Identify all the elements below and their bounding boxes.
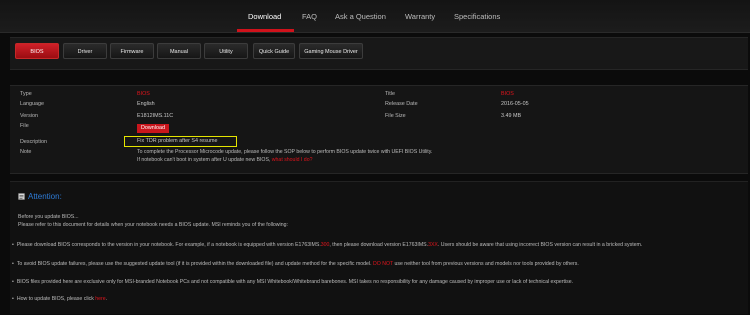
tab-quick-guide[interactable]: Quick Guide [253, 43, 295, 59]
nav-faq[interactable]: FAQ [302, 0, 317, 32]
version-value: E1812IMS.11C [137, 113, 174, 119]
file-label: File [20, 123, 29, 129]
tab-firmware[interactable]: Firmware [110, 43, 154, 59]
nav-ask-a-question[interactable]: Ask a Question [335, 0, 386, 32]
tab-utility[interactable]: Utility [204, 43, 248, 59]
language-label: Language [20, 101, 44, 107]
download-button[interactable]: Download [137, 124, 169, 133]
tab-manual[interactable]: Manual [157, 43, 201, 59]
tab-driver[interactable]: Driver [63, 43, 107, 59]
tab-bios[interactable]: BIOS [15, 43, 59, 59]
attention-intro-2: Please refer to this document for detail… [18, 222, 288, 228]
note-line-2: If notebook can't boot in system after U… [137, 157, 313, 163]
type-label: Type [20, 91, 32, 97]
attention-bullet-1: • Please download BIOS corresponds to the… [12, 242, 643, 248]
title-value: BIOS [501, 91, 514, 97]
top-bar: Download FAQ Ask a Question Warranty Spe… [0, 0, 750, 33]
language-value: English [137, 101, 155, 107]
highlight-box [124, 136, 237, 147]
top-navigation: Download FAQ Ask a Question Warranty Spe… [0, 0, 750, 32]
nav-download[interactable]: Download [248, 0, 281, 32]
note-line-1: To complete the Processor Microcode upda… [137, 149, 433, 155]
here-link[interactable]: here [95, 296, 105, 302]
bios-details-panel [10, 85, 748, 174]
file-size-label: File Size [385, 113, 406, 119]
nav-specifications[interactable]: Specifications [454, 0, 500, 32]
document-icon [18, 193, 25, 200]
nav-warranty[interactable]: Warranty [405, 0, 435, 32]
attention-title: Attention: [28, 192, 62, 201]
attention-intro-1: Before you update BIOS... [18, 214, 79, 220]
title-label: Title [385, 91, 395, 97]
active-nav-indicator [237, 29, 294, 32]
what-should-i-do-link[interactable]: what should I do? [272, 157, 313, 163]
attention-bullet-2: • To avoid BIOS update failures, please u… [12, 261, 579, 267]
attention-bullet-4: • How to update BIOS, please click here. [12, 296, 108, 302]
release-date-value: 2016-05-05 [501, 101, 529, 107]
note-label: Note [20, 149, 32, 155]
file-size-value: 3.49 MB [501, 113, 522, 119]
description-label: Description [20, 139, 47, 145]
version-label: Version [20, 113, 38, 119]
attention-bullet-3: • BIOS files provided here are exclusive … [12, 279, 574, 285]
type-value: BIOS [137, 91, 150, 97]
tab-gaming-mouse-driver[interactable]: Gaming Mouse Driver [299, 43, 363, 59]
release-date-label: Release Date [385, 101, 418, 107]
